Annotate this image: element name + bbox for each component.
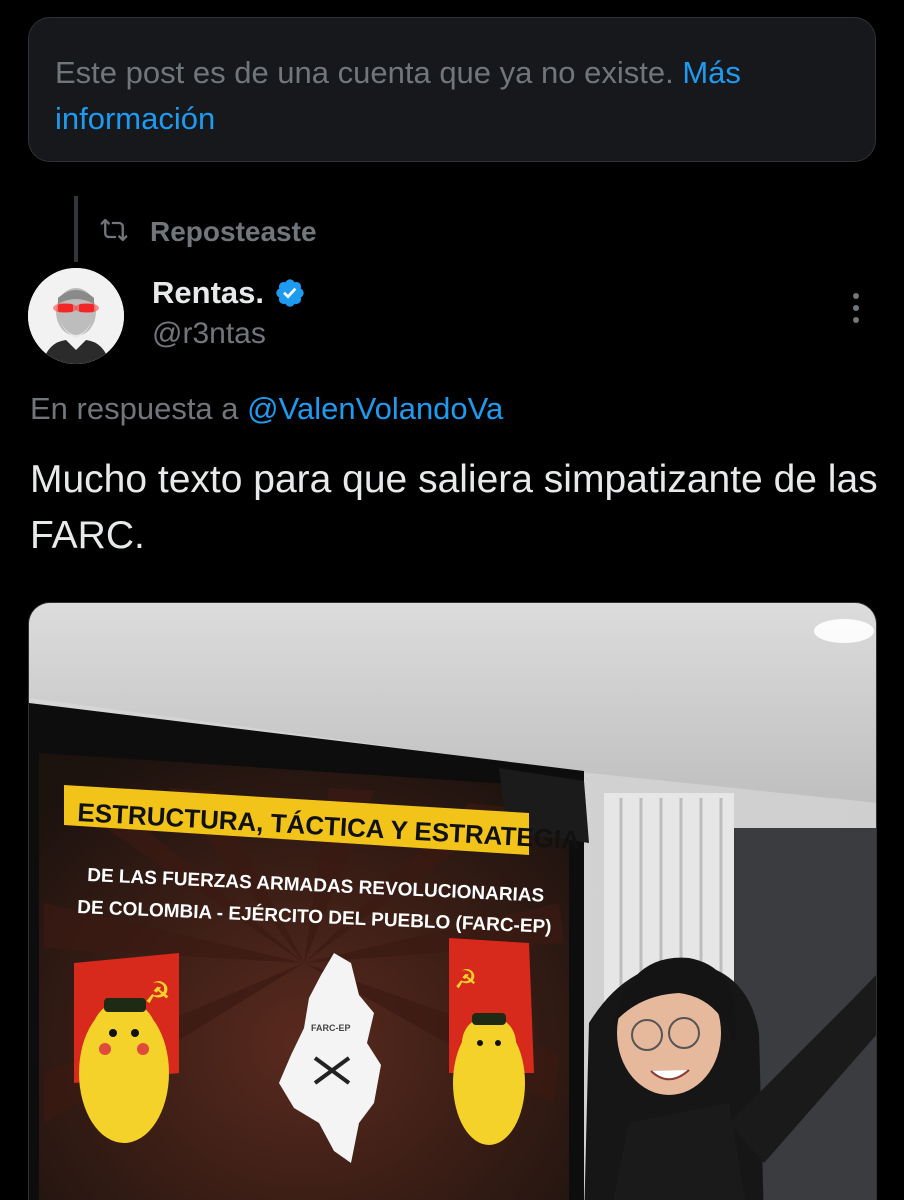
author-name[interactable]: Rentas. — [152, 275, 264, 311]
avatar[interactable] — [28, 268, 124, 364]
author-handle[interactable]: @r3ntas — [152, 314, 266, 354]
repost-label: Reposteaste — [150, 216, 317, 247]
repost-icon — [100, 216, 128, 249]
deleted-account-notice: Este post es de una cuenta que ya no exi… — [28, 17, 876, 162]
author-name-row[interactable]: Rentas. — [152, 272, 306, 314]
map-label: FARC-EP — [311, 1023, 351, 1033]
more-dot — [853, 305, 859, 311]
reply-context: En respuesta a @ValenVolandoVa — [30, 388, 503, 430]
reply-prefix: En respuesta a — [30, 391, 239, 426]
more-options-button[interactable] — [840, 288, 872, 328]
svg-text:☭: ☭ — [144, 977, 171, 1010]
verified-badge-icon — [274, 277, 306, 309]
more-dot — [853, 293, 859, 299]
svg-text:☭: ☭ — [454, 964, 477, 994]
post-text: Mucho texto para que saliera simpatizant… — [30, 458, 878, 557]
post-detail: Este post es de una cuenta que ya no exi… — [0, 0, 904, 1200]
thread-line — [74, 196, 78, 262]
reply-mention-link[interactable]: @ValenVolandoVa — [247, 391, 503, 426]
notice-text: Este post es de una cuenta que ya no exi… — [55, 55, 674, 90]
repost-indicator: Reposteaste — [100, 212, 317, 252]
more-dot — [853, 317, 859, 323]
post-media-image[interactable]: ESTRUCTURA, TÁCTICA Y ESTRATEGIA DE LAS … — [28, 602, 877, 1200]
